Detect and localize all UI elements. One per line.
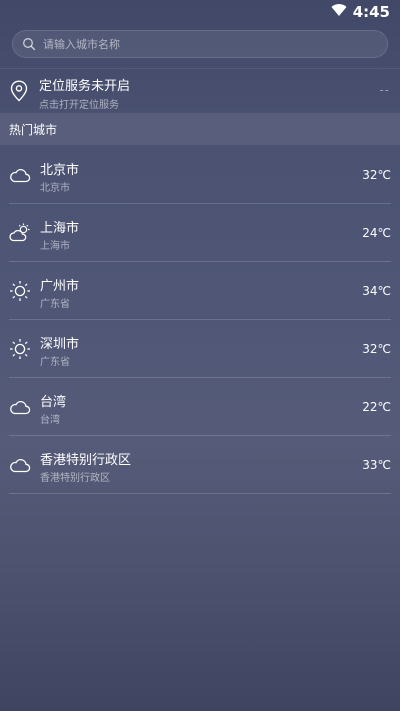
cloud-icon (8, 395, 32, 419)
city-province: 香港特别行政区 (40, 473, 110, 484)
city-name: 香港特别行政区 (40, 453, 132, 468)
city-temperature: 33℃ (362, 458, 391, 472)
city-row[interactable]: 香港特别行政区 香港特别行政区 33℃ (0, 436, 400, 494)
city-name: 北京市 (40, 163, 80, 178)
section-title: 热门城市 (9, 122, 58, 137)
wifi-icon (331, 2, 347, 21)
city-name: 广州市 (40, 279, 80, 294)
location-value: -- (379, 83, 390, 97)
hot-cities-header: 热门城市 (0, 113, 400, 145)
partly-cloudy-icon (8, 221, 32, 245)
cloud-icon (8, 163, 32, 187)
city-temperature: 24℃ (362, 226, 391, 240)
city-name: 深圳市 (40, 337, 80, 352)
row-divider (9, 493, 391, 494)
city-temperature: 32℃ (362, 342, 391, 356)
city-province: 上海市 (40, 241, 70, 252)
search-input[interactable] (43, 37, 387, 51)
search-bar[interactable] (12, 30, 388, 58)
search-icon (21, 36, 37, 52)
cloud-icon (8, 453, 32, 477)
location-subtitle: 点击打开定位服务 (39, 100, 119, 111)
city-row[interactable]: 广州市 广东省 34℃ (0, 262, 400, 320)
city-name: 上海市 (40, 221, 80, 236)
city-row[interactable]: 北京市 北京市 32℃ (0, 146, 400, 204)
city-temperature: 34℃ (362, 284, 391, 298)
city-list: 北京市 北京市 32℃ 上海市 上海市 24℃ 广州市 广东省 34℃ 深圳市 … (0, 146, 400, 494)
sun-icon (8, 337, 32, 361)
status-bar: 4:45 (0, 0, 400, 24)
city-row[interactable]: 深圳市 广东省 32℃ (0, 320, 400, 378)
sun-icon (8, 279, 32, 303)
city-row[interactable]: 上海市 上海市 24℃ (0, 204, 400, 262)
status-right: 4:45 (331, 2, 390, 21)
city-province: 台湾 (40, 415, 60, 426)
city-row[interactable]: 台湾 台湾 22℃ (0, 378, 400, 436)
city-temperature: 32℃ (362, 168, 391, 182)
city-name: 台湾 (40, 395, 67, 410)
city-temperature: 22℃ (362, 400, 391, 414)
city-province: 北京市 (40, 183, 70, 194)
location-pin-icon (10, 80, 28, 106)
status-time: 4:45 (352, 2, 390, 21)
location-title: 定位服务未开启 (39, 79, 131, 94)
location-service-row[interactable]: 定位服务未开启 点击打开定位服务 -- (0, 68, 400, 113)
city-province: 广东省 (40, 357, 70, 368)
city-province: 广东省 (40, 299, 70, 310)
